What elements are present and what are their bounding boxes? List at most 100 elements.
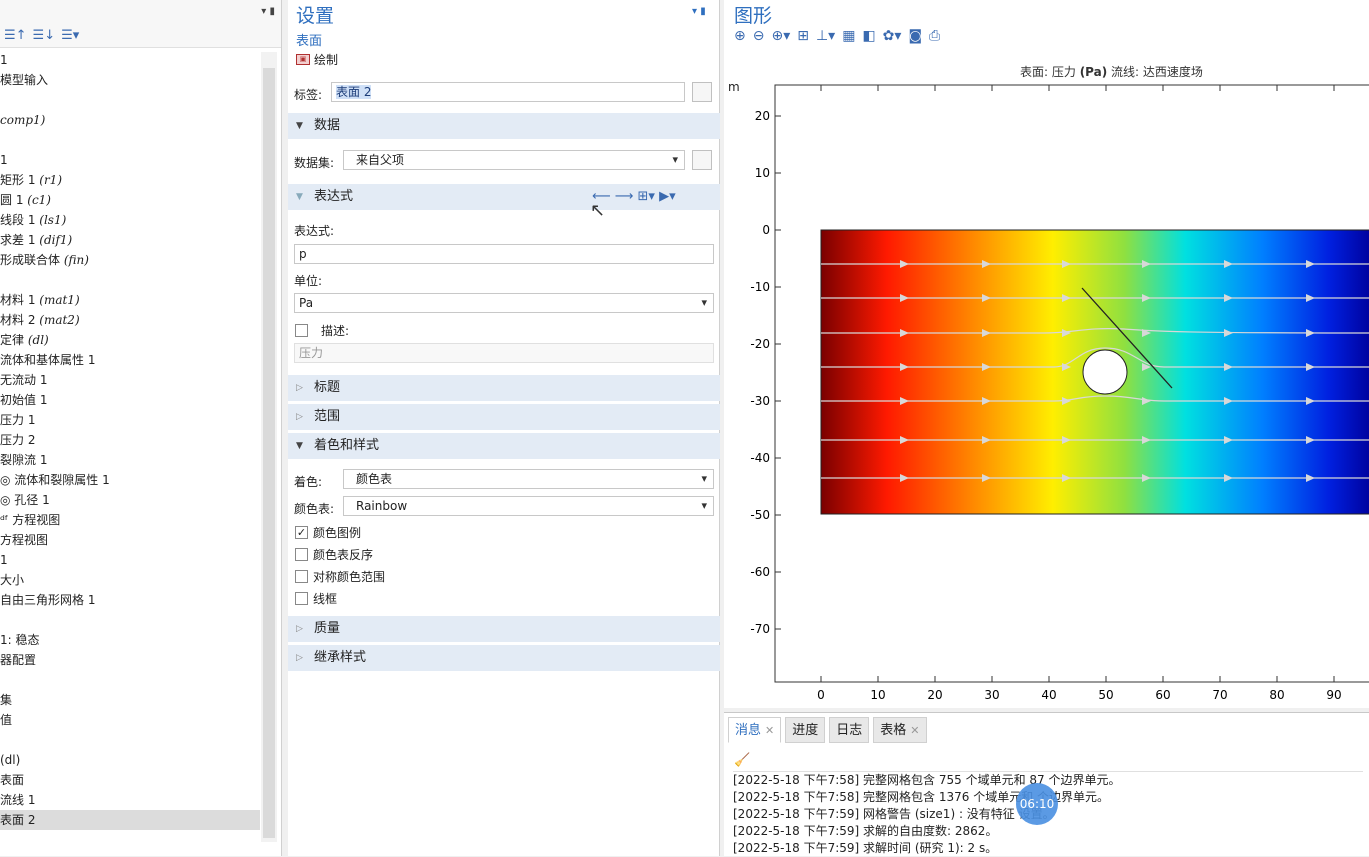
expression-input[interactable]: p xyxy=(294,244,714,264)
tree-node[interactable]: 器配置 xyxy=(0,650,260,670)
tree-node[interactable]: 流体和基体属性 1 xyxy=(0,350,260,370)
section-inherit-style[interactable]: ▷ 继承样式 xyxy=(288,645,720,671)
tree-node[interactable]: 1 xyxy=(0,150,260,170)
tree-node[interactable]: (dl) xyxy=(0,750,260,770)
label-edit-button[interactable] xyxy=(692,82,712,102)
y-tick-label: 20 xyxy=(755,109,770,123)
checkbox-3[interactable]: 线框 xyxy=(295,590,337,607)
tree-node[interactable] xyxy=(0,670,260,690)
settings-panel: 设置 ▾ ▮ 表面 ▣ 绘制 标签: 表面 2 ▼数据 数据集: 来自父项 ▼表… xyxy=(288,0,720,856)
section-data[interactable]: ▼ 数据 xyxy=(288,113,720,139)
tree-node[interactable]: 裂隙流 1 xyxy=(0,450,260,470)
tree-node[interactable]: 求差 1 (dif1) xyxy=(0,230,260,250)
section-range[interactable]: ▷ 范围 xyxy=(288,404,720,430)
section-title[interactable]: ▷ 标题 xyxy=(288,375,720,401)
plot-button[interactable]: ▣ 绘制 xyxy=(296,51,338,68)
tree-node[interactable]: 自由三角形网格 1 xyxy=(0,590,260,610)
pin-icon[interactable]: ▾ ▮ xyxy=(261,6,275,17)
checkbox-1[interactable]: 颜色表反序 xyxy=(295,546,373,563)
mouse-cursor-icon: ↖ xyxy=(590,200,606,221)
x-tick-label: 90 xyxy=(1326,688,1341,702)
tree-node[interactable] xyxy=(0,130,260,150)
section-quality[interactable]: ▷ 质量 xyxy=(288,616,720,642)
tree-node[interactable]: 无流动 1 xyxy=(0,370,260,390)
tree-node[interactable]: 定律 (dl) xyxy=(0,330,260,350)
label-caption: 标签: xyxy=(294,88,323,102)
timer-badge: 06:10 xyxy=(1016,783,1058,825)
plot-canvas[interactable]: 0 10 20 30 40 50 60 70 80 90 20 10 0 -10 -20 -30 -40 -50… xyxy=(724,0,1369,708)
model-tree: 1 模型输入 comp1) 1 矩形 1 (r1) 圆 1 (c1) 线段 1 (ls1) 求… xyxy=(0,50,260,830)
dataset-caption: 数据集: xyxy=(294,156,335,170)
section-expression[interactable]: ▼ 表达式 ⟵ ⟶ ⊞▾ ▶▾ xyxy=(288,184,720,210)
dataset-select[interactable]: 来自父项 xyxy=(343,150,685,170)
graphics-panel: 图形 ⊕ ⊖ ⊕▾ ⊞ ⊥▾ ▦ ◧ ✿▾ ◙ ⎙ 表面: 压力 (Pa) 流线… xyxy=(724,0,1369,708)
description-checkbox[interactable]: 描述: xyxy=(295,322,349,339)
tree-node[interactable]: 圆 1 (c1) xyxy=(0,190,260,210)
tab-2[interactable]: 日志 xyxy=(829,717,870,743)
tree-node[interactable]: 模型输入 xyxy=(0,70,260,90)
x-tick-label: 0 xyxy=(817,688,825,702)
tab-1[interactable]: 进度 xyxy=(785,717,826,743)
collapse-icon[interactable]: ☰↓ xyxy=(33,28,56,43)
tree-node[interactable]: 大小 xyxy=(0,570,260,590)
label-field[interactable]: 表面 2 xyxy=(331,82,685,102)
colortable-select[interactable]: Rainbow xyxy=(343,496,714,516)
tree-node[interactable]: 值 xyxy=(0,710,260,730)
tree-node[interactable]: 方程视图 xyxy=(0,530,260,550)
tree-node[interactable] xyxy=(0,610,260,630)
log-line: [2022-5-18 下午7:59] 求解时间 (研究 1): 2 s。 xyxy=(733,841,998,855)
tree-node[interactable]: 流线 1 xyxy=(0,790,260,810)
list-icon[interactable]: ☰▾ xyxy=(61,28,79,43)
plot-label: 绘制 xyxy=(314,53,339,67)
colortable-caption: 颜色表: xyxy=(294,502,335,516)
y-tick-label: -40 xyxy=(750,451,770,465)
settings-subtitle: 表面 xyxy=(296,34,323,49)
tree-node[interactable]: 表面 xyxy=(0,770,260,790)
section-coloring[interactable]: ▼ 着色和样式 xyxy=(288,433,720,459)
tree-scrollbar[interactable] xyxy=(261,52,277,842)
unit-select[interactable]: Pa xyxy=(294,293,714,313)
x-tick-label: 30 xyxy=(984,688,999,702)
checkbox-2[interactable]: 对称颜色范围 xyxy=(295,568,385,585)
tree-node[interactable]: 压力 1 xyxy=(0,410,260,430)
checkbox-0[interactable]: ✓ 颜色图例 xyxy=(295,524,361,541)
pin-icon[interactable]: ▾ ▮ xyxy=(692,6,706,17)
tree-node[interactable]: 压力 2 xyxy=(0,430,260,450)
log-line: [2022-5-18 下午7:59] 求解的自由度数: 2862。 xyxy=(733,824,998,838)
clear-icon[interactable]: 🧹 xyxy=(734,753,750,768)
tree-node[interactable] xyxy=(0,90,260,110)
tree-node[interactable]: 表面 2 xyxy=(0,810,260,830)
tree-node[interactable]: 线段 1 (ls1) xyxy=(0,210,260,230)
y-tick-label: 0 xyxy=(762,223,770,237)
x-tick-label: 40 xyxy=(1041,688,1056,702)
tree-node[interactable]: ◎ 孔径 1 xyxy=(0,490,260,510)
description-field[interactable]: 压力 xyxy=(294,343,714,363)
tab-3[interactable]: 表格 ✕ xyxy=(873,717,927,743)
tree-node[interactable] xyxy=(0,270,260,290)
tree-node[interactable]: ᵈᶠ 方程视图 xyxy=(0,510,260,530)
tree-node[interactable]: 1 xyxy=(0,550,260,570)
dataset-goto-button[interactable] xyxy=(692,150,712,170)
tree-node[interactable]: 材料 2 (mat2) xyxy=(0,310,260,330)
unit-caption: 单位: xyxy=(294,274,323,288)
model-builder-panel: ▾ ▮ ☰↑ ☰↓ ☰▾ 1 模型输入 comp1) 1 矩形 1 (r1) 圆 1 (c… xyxy=(0,0,282,856)
tree-node[interactable]: ◎ 流体和裂隙属性 1 xyxy=(0,470,260,490)
expand-icon[interactable]: ☰↑ xyxy=(4,28,27,43)
tree-node[interactable]: 形成联合体 (fin) xyxy=(0,250,260,270)
x-tick-label: 80 xyxy=(1269,688,1284,702)
tree-node[interactable]: 初始值 1 xyxy=(0,390,260,410)
tree-node[interactable]: 矩形 1 (r1) xyxy=(0,170,260,190)
coloring-select[interactable]: 颜色表 xyxy=(343,469,714,489)
tree-node[interactable] xyxy=(0,730,260,750)
close-icon: ✕ xyxy=(765,724,775,737)
tree-node[interactable]: 集 xyxy=(0,690,260,710)
tree-node[interactable]: 1: 稳态 xyxy=(0,630,260,650)
settings-title: 设置 xyxy=(296,5,335,27)
tree-node[interactable]: 材料 1 (mat1) xyxy=(0,290,260,310)
y-tick-label: -50 xyxy=(750,508,770,522)
y-tick-label: -30 xyxy=(750,394,770,408)
tab-0[interactable]: 消息 ✕ xyxy=(728,717,782,743)
tree-node[interactable]: 1 xyxy=(0,50,260,70)
tree-node[interactable]: comp1) xyxy=(0,110,260,130)
x-tick-label: 60 xyxy=(1155,688,1170,702)
